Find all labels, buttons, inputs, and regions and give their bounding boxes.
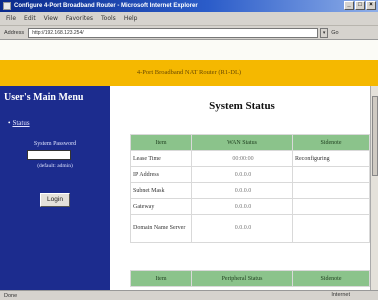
peripheral-status-table: Item Peripheral Status Sidenote (130, 270, 370, 287)
sidebar: User's Main Menu Status System Password … (0, 86, 110, 290)
row-value: 0.0.0.0 (192, 215, 292, 242)
minimize-button[interactable]: _ (344, 1, 354, 10)
menu-edit[interactable]: Edit (24, 15, 36, 22)
column-header-item: Item (131, 135, 191, 150)
maximize-button[interactable]: □ (355, 1, 365, 10)
password-default-hint: (default: admin) (37, 163, 73, 169)
menu-bar: File Edit View Favorites Tools Help (0, 12, 378, 26)
vertical-scrollbar[interactable] (370, 86, 378, 290)
table-row: Lease Time 00:00:00 Reconfiguring (131, 151, 369, 166)
menu-help[interactable]: Help (124, 15, 138, 22)
address-dropdown-button[interactable]: ▾ (320, 27, 329, 38)
row-note (293, 215, 369, 242)
row-item: Subnet Mask (131, 183, 191, 198)
browser-app-icon (3, 2, 11, 10)
column-header-item: Item (131, 271, 191, 286)
row-note (293, 183, 369, 198)
status-bar: Done Internet (0, 290, 378, 300)
row-note (293, 167, 369, 182)
close-button[interactable]: × (366, 1, 376, 10)
row-item: IP Address (131, 167, 191, 182)
window-controls: _ □ × (344, 1, 376, 10)
security-zone: Internet (331, 292, 350, 298)
table-row: IP Address 0.0.0.0 (131, 167, 369, 182)
row-item: Gateway (131, 199, 191, 214)
address-input[interactable]: http://192.168.123.254/ (28, 27, 319, 38)
page-top-margin (0, 40, 378, 60)
scrollbar-thumb[interactable] (372, 96, 378, 176)
status-text: Done (4, 292, 18, 299)
menu-view[interactable]: View (44, 15, 58, 22)
sidebar-title: User's Main Menu (4, 92, 84, 103)
page-title: System Status (209, 100, 275, 112)
row-value: 0.0.0.0 (192, 183, 292, 198)
row-note (293, 199, 369, 214)
address-label: Address (4, 29, 25, 36)
banner-text: 4-Port Broadband NAT Router (R1-DL) (136, 69, 242, 76)
window-titlebar: Configure 4-Port Broadband Router - Micr… (0, 0, 378, 12)
sidebar-item-status[interactable]: Status (8, 119, 29, 127)
product-banner: 4-Port Broadband NAT Router (R1-DL) (0, 60, 378, 86)
go-button[interactable]: Go (331, 30, 338, 36)
password-label: System Password (33, 141, 77, 147)
column-header-sidenote: Sidenote (293, 271, 369, 286)
menu-file[interactable]: File (6, 15, 16, 22)
row-note: Reconfiguring (293, 151, 369, 166)
address-bar: Address http://192.168.123.254/ ▾ Go (0, 26, 378, 40)
column-header-wan-status: WAN Status (192, 135, 292, 150)
table-row: Gateway 0.0.0.0 (131, 199, 369, 214)
menu-tools[interactable]: Tools (101, 15, 116, 22)
menu-favorites[interactable]: Favorites (66, 15, 93, 22)
row-item: Lease Time (131, 151, 191, 166)
row-value: 00:00:00 (192, 151, 292, 166)
table-header-row: Item WAN Status Sidenote (131, 135, 369, 150)
login-button[interactable]: Login (40, 193, 70, 207)
column-header-peripheral-status: Peripheral Status (192, 271, 292, 286)
wan-status-table: Item WAN Status Sidenote Lease Time 00:0… (130, 134, 370, 243)
window-title: Configure 4-Port Broadband Router - Micr… (14, 3, 198, 9)
table-header-row: Item Peripheral Status Sidenote (131, 271, 369, 286)
column-header-sidenote: Sidenote (293, 135, 369, 150)
table-row: Subnet Mask 0.0.0.0 (131, 183, 369, 198)
row-value: 0.0.0.0 (192, 199, 292, 214)
row-value: 0.0.0.0 (192, 167, 292, 182)
row-item: Domain Name Server (131, 215, 191, 242)
password-field[interactable] (27, 150, 71, 160)
main-content: System Status Item WAN Status Sidenote L… (110, 86, 378, 290)
table-row: Domain Name Server 0.0.0.0 (131, 215, 369, 242)
